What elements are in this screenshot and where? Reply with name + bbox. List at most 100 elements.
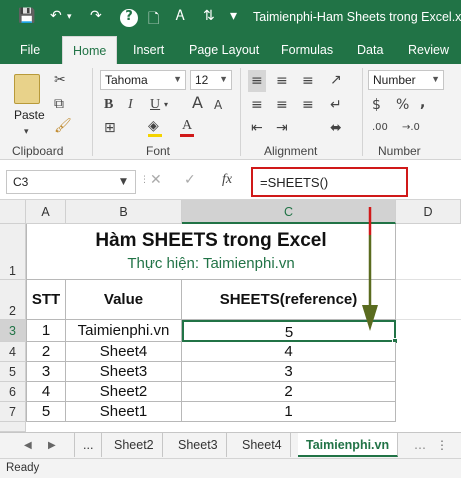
- decrease-indent-icon[interactable]: ⇤: [251, 120, 263, 136]
- cell-value[interactable]: Sheet3: [66, 362, 182, 382]
- decrease-decimal-icon[interactable]: →.0: [402, 120, 420, 136]
- spellcheck-icon[interactable]: Ꭺ: [176, 8, 185, 24]
- tab-file[interactable]: File: [20, 43, 40, 57]
- title-cell[interactable]: Hàm SHEETS trong Excel Thực hiện: Taimie…: [26, 224, 396, 280]
- row-header-2[interactable]: 2: [0, 280, 26, 320]
- font-size-select[interactable]: 12 ▼: [190, 70, 232, 90]
- tab-insert[interactable]: Insert: [133, 43, 164, 57]
- cell-stt[interactable]: 3: [26, 362, 66, 382]
- increase-decimal-icon[interactable]: .00: [372, 120, 388, 136]
- align-left-icon[interactable]: ≡: [251, 97, 263, 113]
- number-format-select[interactable]: Number ▼: [368, 70, 444, 90]
- column-header-a[interactable]: A: [26, 200, 66, 224]
- tab-review[interactable]: Review: [408, 43, 449, 57]
- cell-value[interactable]: Sheet4: [66, 342, 182, 362]
- orientation-icon[interactable]: ↗: [330, 72, 342, 88]
- merge-center-icon[interactable]: ⬌: [330, 120, 342, 136]
- print-preview-icon[interactable]: 🗋: [148, 8, 159, 32]
- align-center-icon[interactable]: ≡: [276, 97, 288, 113]
- cell-result[interactable]: 4: [182, 342, 396, 362]
- paste-icon[interactable]: [14, 74, 40, 104]
- row-header-6[interactable]: 6: [0, 382, 26, 402]
- font-color-icon[interactable]: A: [182, 118, 192, 134]
- next-sheet-icon[interactable]: ▶: [48, 438, 56, 454]
- customize-qat-icon[interactable]: ▾: [230, 8, 237, 24]
- sheet-tab-sheet2[interactable]: Sheet2: [106, 433, 163, 457]
- increase-font-icon[interactable]: A: [192, 95, 203, 111]
- fill-color-icon[interactable]: ◈: [148, 118, 159, 134]
- help-icon[interactable]: ?: [120, 9, 138, 27]
- enter-icon[interactable]: ✓: [184, 172, 196, 188]
- paste-button-label[interactable]: Paste: [14, 108, 45, 122]
- column-header-d[interactable]: D: [396, 200, 461, 224]
- sheet-tab-taimienphi[interactable]: Taimienphi.vn: [298, 433, 399, 457]
- select-all-corner[interactable]: [0, 200, 26, 224]
- more-sheets-icon[interactable]: …: [414, 437, 426, 453]
- status-bar: Ready: [0, 458, 461, 478]
- tab-split-icon[interactable]: ⋮: [436, 437, 448, 453]
- resize-handle-icon[interactable]: ⋮: [140, 172, 149, 188]
- sheet-tab-sheet4[interactable]: Sheet4: [234, 433, 291, 457]
- insert-function-icon[interactable]: fx: [222, 172, 232, 188]
- undo-icon[interactable]: ↶: [50, 8, 62, 24]
- sheet-tab-ellipsis[interactable]: ...: [74, 433, 103, 457]
- font-name-select[interactable]: Tahoma ▼: [100, 70, 186, 90]
- row-header-7[interactable]: 7: [0, 402, 26, 422]
- save-icon[interactable]: 💾: [18, 8, 35, 24]
- sheet-tab-sheet3[interactable]: Sheet3: [170, 433, 227, 457]
- header-value[interactable]: Value: [66, 280, 182, 320]
- formula-input[interactable]: =SHEETS(): [251, 167, 408, 197]
- tab-data[interactable]: Data: [357, 43, 383, 57]
- cell-result[interactable]: 3: [182, 362, 396, 382]
- tab-page-layout[interactable]: Page Layout: [189, 43, 259, 57]
- cell-stt[interactable]: 4: [26, 382, 66, 402]
- row-header-4[interactable]: 4: [0, 342, 26, 362]
- cell-stt[interactable]: 2: [26, 342, 66, 362]
- percent-icon[interactable]: %: [396, 97, 409, 113]
- redo-icon[interactable]: ↷: [90, 8, 102, 24]
- cut-icon[interactable]: ✂: [54, 72, 66, 88]
- row-header-5[interactable]: 5: [0, 362, 26, 382]
- row-header-8[interactable]: [0, 422, 26, 432]
- format-painter-icon[interactable]: 🖌: [54, 118, 72, 134]
- cell-value[interactable]: Sheet1: [66, 402, 182, 422]
- comma-style-icon[interactable]: ,: [420, 95, 425, 111]
- cell-value[interactable]: Sheet2: [66, 382, 182, 402]
- cell-result[interactable]: 1: [182, 402, 396, 422]
- cell-value[interactable]: Taimienphi.vn: [66, 320, 182, 342]
- align-right-icon[interactable]: ≡: [302, 97, 314, 113]
- borders-icon[interactable]: ⊞: [104, 120, 116, 136]
- undo-dropdown-icon[interactable]: ▾: [67, 12, 72, 22]
- row-header-1[interactable]: 1: [0, 224, 26, 280]
- column-header-b[interactable]: B: [66, 200, 182, 224]
- cell-stt[interactable]: 5: [26, 402, 66, 422]
- row-header-3[interactable]: 3: [0, 320, 26, 342]
- decrease-font-icon[interactable]: A: [214, 97, 222, 113]
- ribbon-divider: [240, 68, 241, 156]
- prev-sheet-icon[interactable]: ◀: [24, 438, 32, 454]
- wrap-text-icon[interactable]: ↵: [330, 97, 342, 113]
- bold-icon[interactable]: B: [104, 97, 113, 113]
- font-group-label: Font: [146, 144, 171, 158]
- increase-indent-icon[interactable]: ⇥: [276, 120, 288, 136]
- cell-stt[interactable]: 1: [26, 320, 66, 342]
- italic-icon[interactable]: I: [128, 97, 133, 113]
- cell-d1[interactable]: [396, 224, 461, 280]
- bottom-align-icon[interactable]: ≡: [302, 73, 314, 89]
- sort-icon[interactable]: ⇅: [203, 8, 215, 24]
- cancel-icon[interactable]: ✕: [150, 172, 162, 188]
- underline-icon[interactable]: U: [150, 97, 160, 113]
- header-stt[interactable]: STT: [26, 280, 66, 320]
- tab-formulas[interactable]: Formulas: [281, 43, 333, 57]
- copy-icon[interactable]: ⧉: [54, 96, 64, 112]
- cell-d2[interactable]: [396, 280, 461, 320]
- name-box[interactable]: C3: [6, 170, 136, 194]
- middle-align-icon[interactable]: ≡: [276, 73, 288, 89]
- tab-home[interactable]: Home: [62, 36, 118, 66]
- name-box-dropdown-icon[interactable]: ▼: [120, 174, 127, 190]
- paste-dropdown-icon[interactable]: ▾: [24, 124, 29, 140]
- underline-dropdown-icon[interactable]: ▾: [164, 97, 168, 113]
- cell-result[interactable]: 2: [182, 382, 396, 402]
- chevron-down-icon: ▼: [431, 74, 440, 84]
- currency-icon[interactable]: $: [372, 97, 381, 113]
